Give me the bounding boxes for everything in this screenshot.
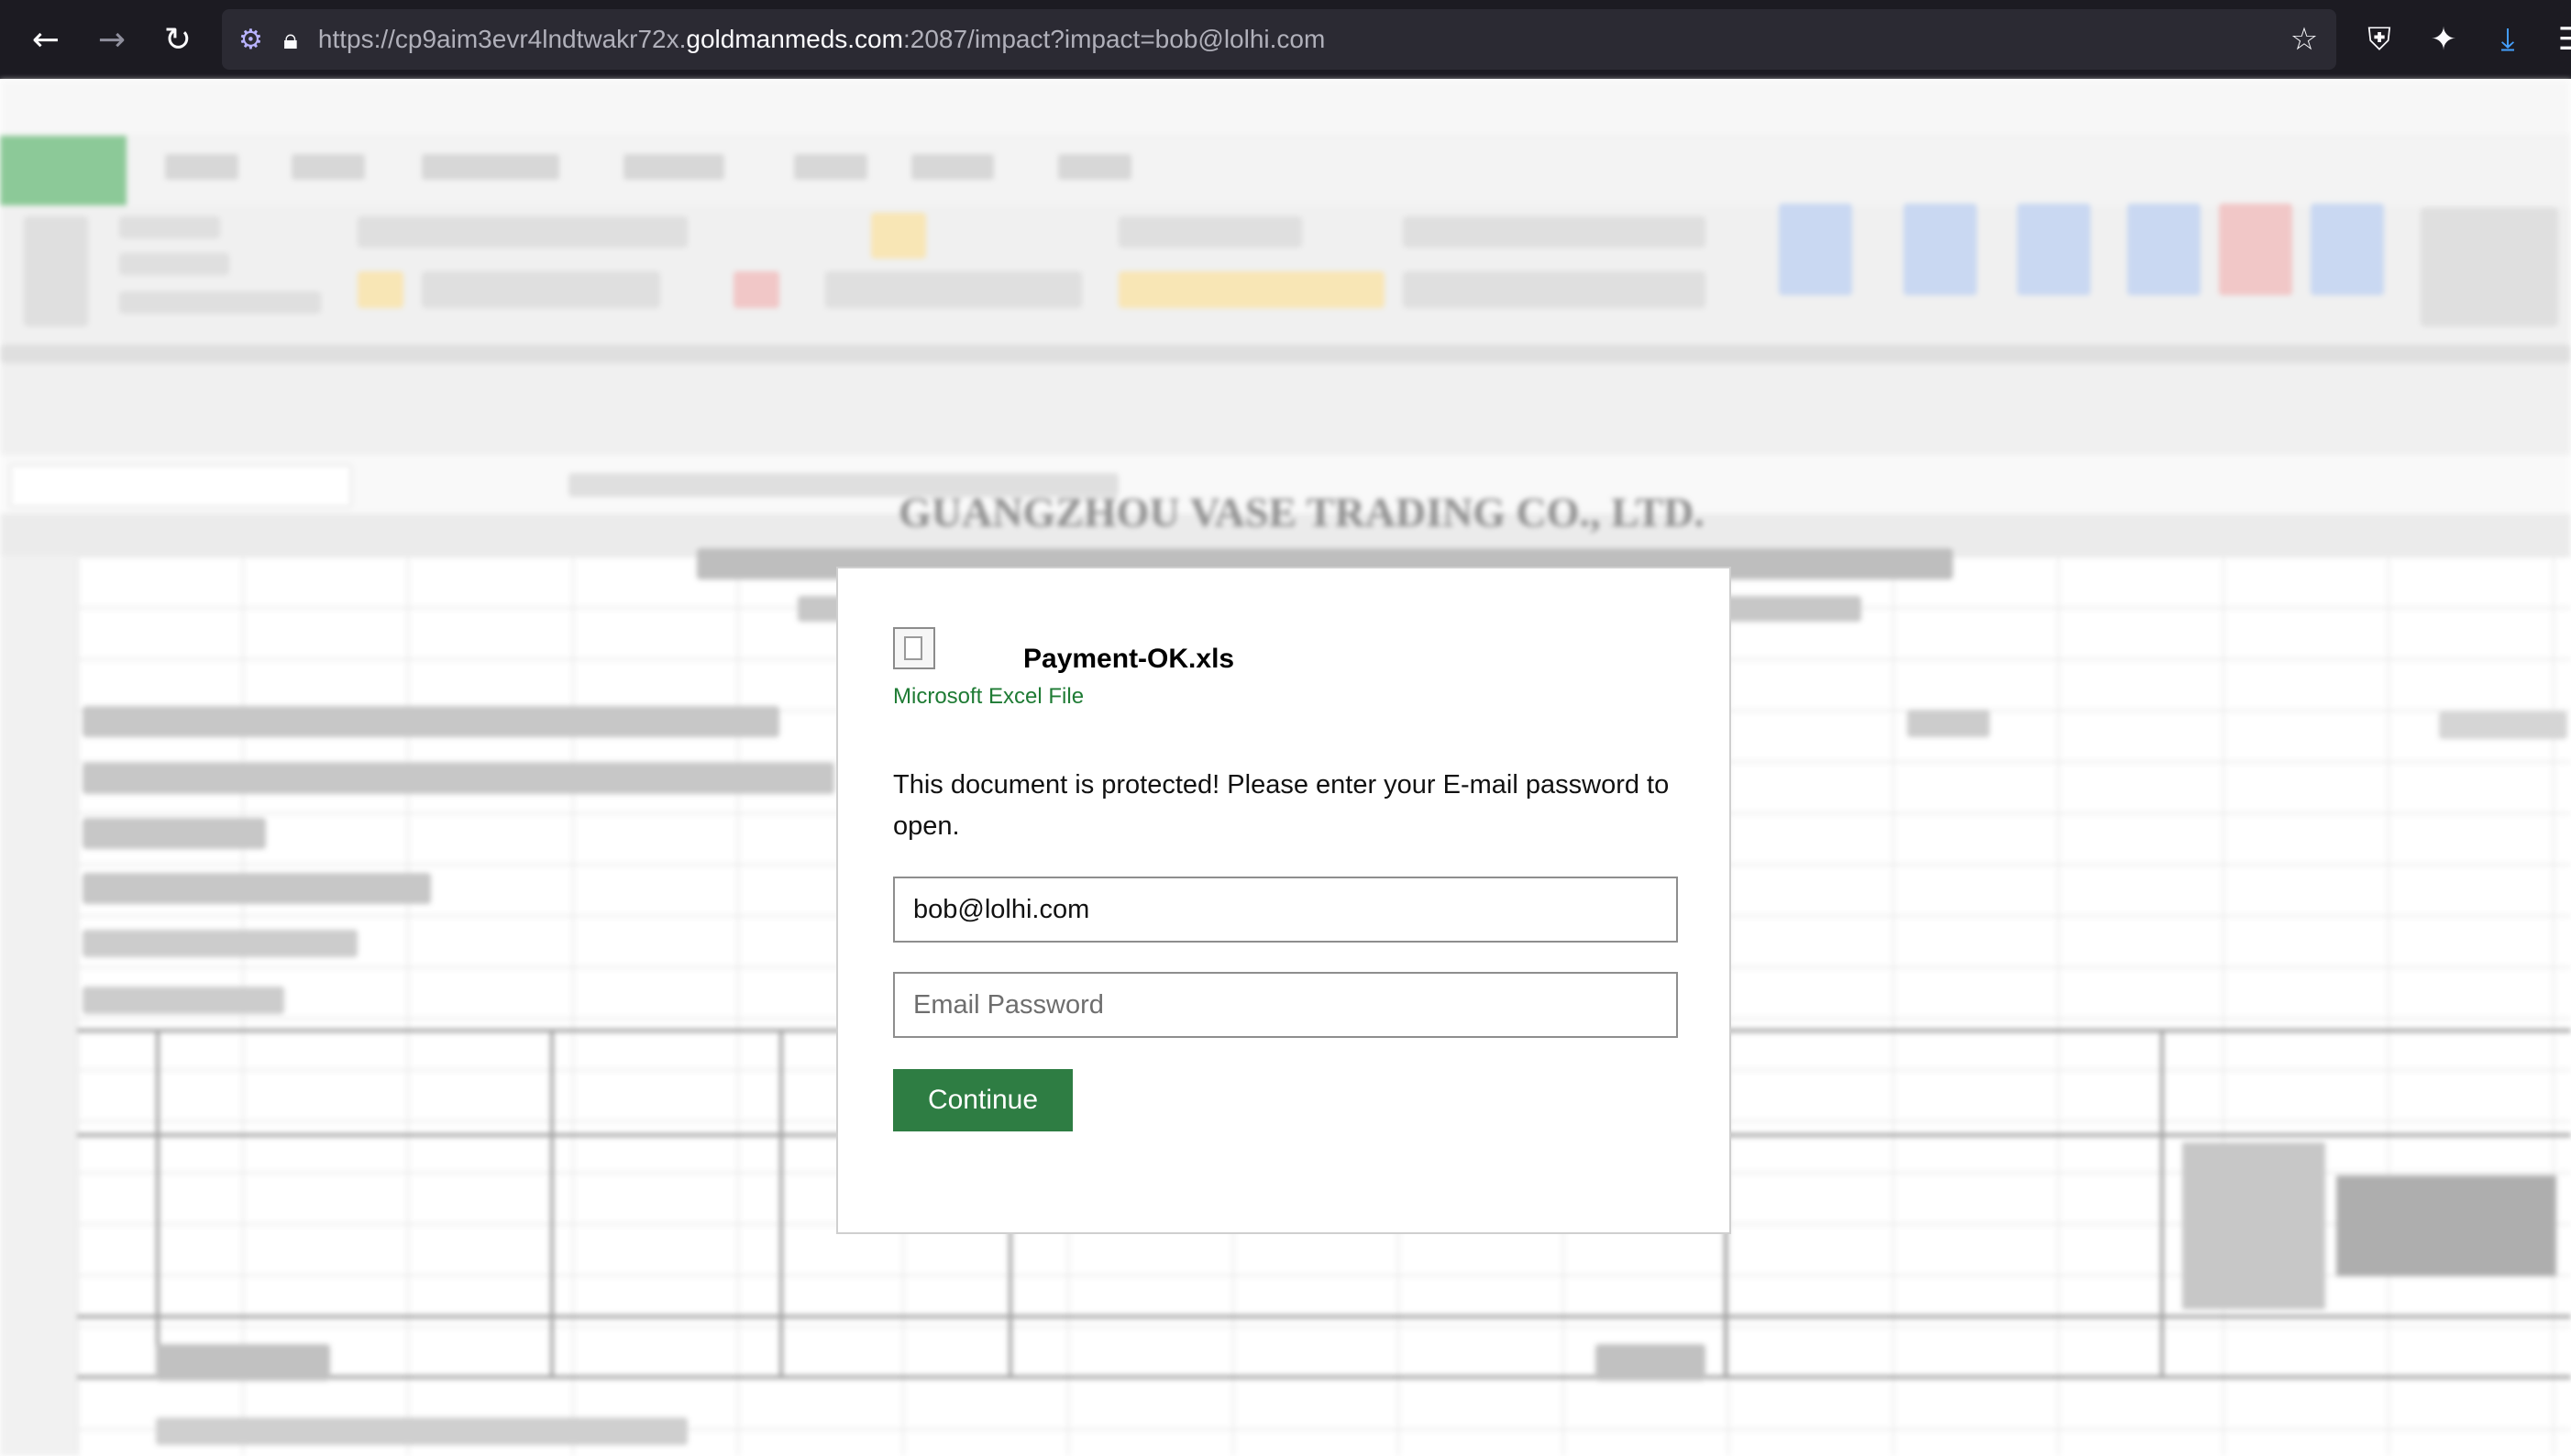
name-box: [9, 464, 352, 508]
ribbon-block: [1779, 204, 1852, 295]
bookmark-button[interactable]: ☆: [2272, 9, 2336, 70]
ribbon-block: [1903, 204, 1977, 295]
sheet-line: [83, 763, 834, 794]
ribbon-block: [119, 216, 220, 238]
file-type-label: Microsoft Excel File: [893, 684, 1085, 709]
sheet-line: [83, 873, 431, 904]
table-border: [550, 1029, 554, 1377]
excel-title-bar: [0, 79, 2571, 134]
ribbon-block: [1119, 216, 1302, 248]
lock-icon[interactable]: 🔒︎: [283, 24, 298, 56]
ribbon-block: [358, 216, 688, 248]
reload-button[interactable]: ↻: [145, 0, 211, 79]
tracking-protection-button[interactable]: ⛨: [2347, 9, 2411, 70]
ribbon-block: [24, 216, 88, 326]
url-host: goldmanmeds.com: [686, 25, 903, 53]
excel-tab: [1058, 154, 1131, 180]
excel-ribbon-tabs: [0, 134, 2571, 207]
broken-image-icon: [893, 627, 935, 669]
table-border: [77, 1375, 2571, 1379]
ribbon-block: [825, 271, 1082, 308]
excel-tab: [422, 154, 559, 180]
menu-icon: ☰: [2558, 21, 2571, 58]
excel-tab: [292, 154, 365, 180]
back-button[interactable]: ←: [13, 0, 79, 79]
extensions-button[interactable]: ✦: [2411, 9, 2476, 70]
download-icon: ⤓: [2500, 21, 2515, 58]
sheet-photo: [2182, 1142, 2325, 1309]
forward-button[interactable]: →: [79, 0, 145, 79]
address-bar[interactable]: ⚙ 🔒︎ https://cp9aim3evr4lndtwakr72x.gold…: [222, 9, 2336, 70]
sheet-line: [156, 1417, 688, 1445]
ribbon-block: [119, 292, 321, 314]
ribbon-block: [1403, 216, 1705, 248]
sheet-company-name: GUANGZHOU VASE TRADING CO., LTD.: [899, 489, 1705, 535]
ribbon-block: [1119, 271, 1385, 308]
sheet-line: [83, 987, 284, 1014]
sheet-line: [1907, 710, 1990, 737]
ribbon-block: [1403, 271, 1705, 308]
app-menu-button[interactable]: ☰: [2540, 9, 2571, 70]
email-password-field[interactable]: [893, 972, 1678, 1038]
protected-message: This document is protected! Please enter…: [893, 770, 1670, 841]
permissions-icon[interactable]: ⚙: [238, 24, 263, 56]
extensions-icon: ✦: [2430, 21, 2457, 58]
ribbon-block: [2219, 204, 2292, 295]
sheet-line: [83, 930, 358, 957]
ribbon-block: [119, 253, 229, 275]
ribbon-block: [2127, 204, 2201, 295]
shield-icon: ⛨: [2367, 21, 2391, 58]
url-text[interactable]: https://cp9aim3evr4lndtwakr72x.goldmanme…: [318, 25, 1325, 54]
url-prefix: https://cp9aim3evr4lndtwakr72x.: [317, 25, 687, 53]
star-icon: ☆: [2290, 21, 2319, 58]
downloads-button[interactable]: ⤓: [2476, 9, 2540, 70]
browser-toolbar: ← → ↻ ⚙ 🔒︎ https://cp9aim3evr4lndtwakr72…: [0, 0, 2571, 79]
sheet-line: [83, 706, 779, 737]
table-border: [2160, 1029, 2164, 1377]
ribbon-block: [871, 213, 926, 259]
arrow-left-icon: ←: [31, 20, 61, 59]
table-border: [77, 1315, 2571, 1318]
excel-file-tab: [0, 136, 127, 205]
excel-tab: [623, 154, 724, 180]
sheet-line: [83, 818, 266, 849]
url-suffix: :2087/impact?impact=bob@lolhi.com: [902, 25, 1326, 53]
ribbon-block: [2421, 207, 2558, 326]
continue-button[interactable]: Continue: [893, 1069, 1073, 1131]
excel-row-headers: [0, 556, 77, 1456]
sheet-total-value: [1595, 1344, 1705, 1381]
arrow-right-icon: →: [97, 20, 127, 59]
ribbon-block: [734, 271, 779, 308]
sheet-total-label: [156, 1344, 330, 1381]
email-field[interactable]: [893, 877, 1678, 943]
ribbon-block: [2311, 204, 2384, 295]
sheet-photo: [2336, 1175, 2556, 1276]
reload-icon: ↻: [163, 20, 193, 59]
ribbon-group-labels: [0, 345, 2571, 363]
ribbon-block: [358, 271, 403, 308]
table-border: [156, 1029, 160, 1377]
sheet-line: [2439, 711, 2567, 739]
ribbon-block: [2017, 204, 2091, 295]
table-border: [779, 1029, 783, 1377]
excel-tab: [794, 154, 867, 180]
excel-tab: [165, 154, 238, 180]
file-name: Payment-OK.xls: [1023, 644, 1235, 674]
excel-tab: [911, 154, 994, 180]
ribbon-block: [422, 271, 660, 308]
document-protected-dialog: Payment-OK.xls Microsoft Excel File This…: [836, 567, 1731, 1234]
